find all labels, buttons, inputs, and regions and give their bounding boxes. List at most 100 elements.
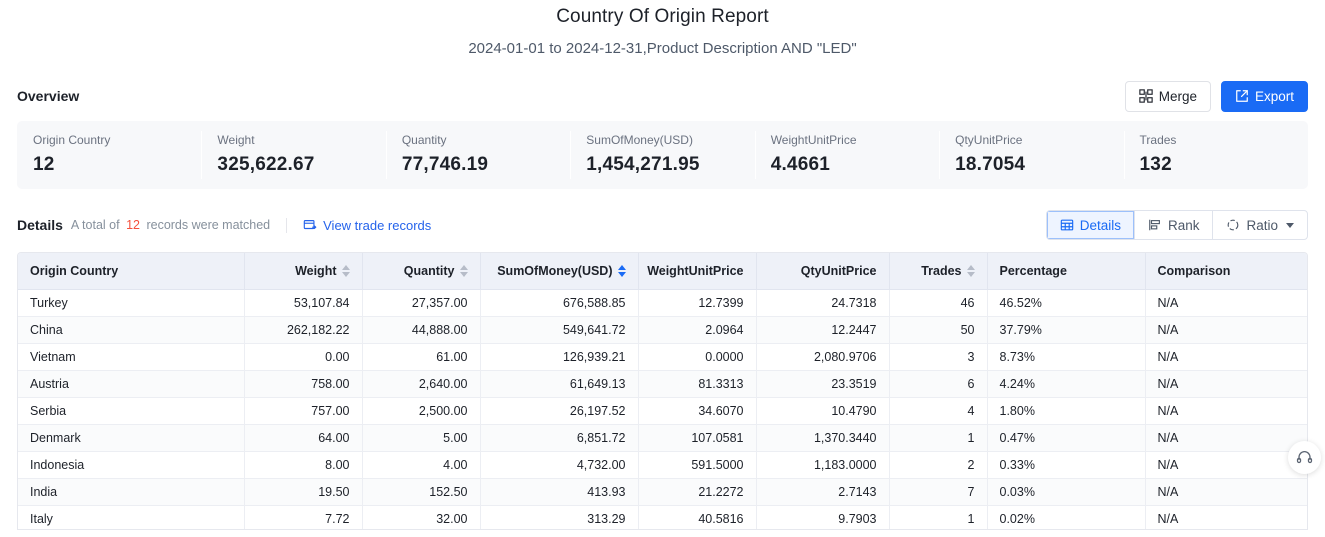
cell-pct: 0.47% — [987, 424, 1146, 452]
cell-country: India — [18, 478, 245, 506]
cell-comp: N/A — [1145, 370, 1307, 398]
stat-value: 4.4661 — [770, 154, 831, 175]
column-label: Comparison — [1157, 263, 1231, 278]
view-mode-ratio[interactable]: Ratio — [1213, 211, 1307, 239]
sort-toggle-icon[interactable] — [341, 264, 350, 277]
table-row[interactable]: Denmark 64.00 5.00 6,851.72 107.0581 1,370.34… — [18, 424, 1307, 452]
cell-sum: 676,588.85 — [480, 289, 639, 317]
stat-label: Trades — [1139, 133, 1177, 147]
cell-sum: 126,939.21 — [480, 343, 639, 371]
export-button-label: Export — [1254, 88, 1294, 104]
cell-qup: 10.4790 — [756, 397, 890, 425]
support-button[interactable] — [1288, 441, 1321, 474]
column-header-trades[interactable]: Trades — [889, 253, 988, 290]
view-trade-records-link[interactable]: View trade records — [303, 218, 431, 233]
table-row[interactable]: Indonesia 8.00 4.00 4,732.00 591.5000 1,183.0… — [18, 451, 1307, 479]
table-row[interactable]: China 262,182.22 44,888.00 549,641.72 2.0964… — [18, 316, 1307, 344]
table-row[interactable]: Italy 7.72 32.00 313.29 40.5816 9.7903 1 0.02% N… — [18, 505, 1307, 529]
details-table-container: Origin Country Weight Quantity SumOfMone… — [17, 252, 1308, 530]
stat-label: SumOfMoney(USD) — [586, 133, 693, 147]
cell-comp: N/A — [1145, 343, 1307, 371]
cell-comp: N/A — [1145, 397, 1307, 425]
cell-weight: 64.00 — [244, 424, 363, 452]
stat-value: 1,454,271.95 — [586, 154, 700, 175]
cell-pct: 46.52% — [987, 289, 1146, 317]
details-meta-suffix: records were matched — [146, 218, 271, 232]
cell-weight: 758.00 — [244, 370, 363, 398]
details-meta-prefix: A total of — [70, 218, 120, 232]
stat-label: Quantity — [401, 133, 447, 147]
details-table: Origin Country Weight Quantity SumOfMone… — [18, 253, 1307, 529]
view-mode-switch: Details Rank Ratio — [1045, 210, 1308, 240]
merge-button-label: Merge — [1158, 88, 1197, 104]
cell-country: Denmark — [18, 424, 245, 452]
cell-qty: 27,357.00 — [362, 289, 481, 317]
cell-comp: N/A — [1145, 289, 1307, 317]
view-trade-records-label: View trade records — [323, 217, 432, 233]
details-bar: Details A total of 12 records were match… — [0, 209, 1325, 241]
view-mode-details[interactable]: Details — [1046, 211, 1135, 239]
cell-qup: 23.3519 — [756, 370, 890, 398]
stat-label: QtyUnitPrice — [955, 133, 1023, 147]
divider — [286, 217, 288, 233]
column-header-weight[interactable]: Weight — [244, 253, 363, 290]
details-meta: A total of 12 records were matched — [71, 218, 270, 232]
cell-pct: 0.33% — [987, 451, 1146, 479]
stat-value: 325,622.67 — [217, 154, 315, 175]
external-link-icon — [1235, 89, 1249, 103]
overview-cards: Origin Country 12 Weight 325,622.67 Quan… — [17, 121, 1308, 189]
cell-qty: 2,640.00 — [362, 370, 481, 398]
rank-bars-icon — [1148, 218, 1162, 232]
table-row[interactable]: Austria 758.00 2,640.00 61,649.13 81.3313 23.… — [18, 370, 1307, 398]
sort-toggle-icon[interactable] — [966, 264, 975, 277]
stat-card-trades: Trades 132 — [1123, 121, 1308, 189]
cell-comp: N/A — [1145, 424, 1307, 452]
overview-bar: Overview Merge Export — [0, 80, 1325, 112]
cell-wup: 40.5816 — [638, 505, 757, 529]
stat-card-sumofmoney: SumOfMoney(USD) 1,454,271.95 — [570, 121, 754, 189]
stat-card-qtyunitprice: QtyUnitPrice 18.7054 — [939, 121, 1123, 189]
cell-qty: 5.00 — [362, 424, 481, 452]
sort-toggle-icon[interactable] — [459, 264, 468, 277]
column-label: Origin Country — [30, 263, 119, 278]
table-header-row: Origin Country Weight Quantity SumOfMone… — [18, 253, 1307, 290]
table-row[interactable]: Serbia 757.00 2,500.00 26,197.52 34.6070 10.4… — [18, 397, 1307, 425]
headset-icon — [1296, 449, 1313, 466]
details-left: Details A total of 12 records were match… — [17, 217, 431, 233]
cell-qup: 1,183.0000 — [756, 451, 890, 479]
chevron-down-icon — [1286, 222, 1294, 228]
cell-qty: 32.00 — [362, 505, 481, 529]
ratio-circle-icon — [1226, 218, 1240, 232]
cell-wup: 12.7399 — [638, 289, 757, 317]
export-button[interactable]: Export — [1220, 80, 1308, 112]
column-label: SumOfMoney(USD) — [497, 263, 613, 278]
merge-grid-icon — [1139, 89, 1153, 103]
column-header-sumofmoney[interactable]: SumOfMoney(USD) — [480, 253, 639, 290]
table-row[interactable]: Turkey 53,107.84 27,357.00 676,588.85 12.739… — [18, 289, 1307, 317]
cell-qup: 12.2447 — [756, 316, 890, 344]
cell-country: Italy — [18, 505, 245, 529]
column-header-qtyunitprice: QtyUnitPrice — [756, 253, 890, 290]
cell-country: Turkey — [18, 289, 245, 317]
cell-pct: 37.79% — [987, 316, 1146, 344]
view-mode-rank[interactable]: Rank — [1135, 211, 1214, 239]
cell-trades: 46 — [889, 289, 988, 317]
cell-trades: 2 — [889, 451, 988, 479]
cell-wup: 2.0964 — [638, 316, 757, 344]
cell-qup: 9.7903 — [756, 505, 890, 529]
cell-wup: 81.3313 — [638, 370, 757, 398]
cell-country: Indonesia — [18, 451, 245, 479]
merge-button[interactable]: Merge — [1124, 80, 1211, 112]
column-header-quantity[interactable]: Quantity — [362, 253, 481, 290]
page-subtitle: 2024-01-01 to 2024-12-31,Product Descrip… — [468, 40, 857, 57]
view-mode-details-label: Details — [1079, 217, 1121, 233]
cell-qup: 1,370.3440 — [756, 424, 890, 452]
table-row[interactable]: India 19.50 152.50 413.93 21.2272 2.7143 7 0.03… — [18, 478, 1307, 506]
column-header-origin-country: Origin Country — [18, 253, 245, 290]
column-label: Quantity — [403, 263, 455, 278]
cell-country: Serbia — [18, 397, 245, 425]
cell-pct: 0.03% — [987, 478, 1146, 506]
sort-toggle-icon[interactable] — [617, 264, 626, 277]
table-row[interactable]: Vietnam 0.00 61.00 126,939.21 0.0000 2,080.97… — [18, 343, 1307, 371]
report-page: Country Of Origin Report 2024-01-01 to 2… — [0, 0, 1325, 537]
